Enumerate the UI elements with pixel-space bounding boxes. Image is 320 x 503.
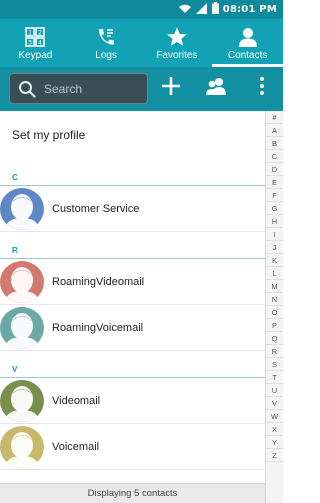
tab-keypad-label: Keypad — [18, 50, 53, 61]
section-letter: C — [12, 173, 18, 182]
index-letter[interactable]: F — [266, 189, 283, 202]
contact-row[interactable]: RoamingVideomail — [0, 259, 265, 305]
index-letter[interactable]: R — [266, 345, 283, 358]
index-letter[interactable]: A — [266, 124, 283, 137]
section-header-c: C — [0, 159, 265, 186]
wifi-icon — [178, 3, 192, 17]
index-letter[interactable]: G — [266, 202, 283, 215]
set-my-profile-label: Set my profile — [12, 128, 86, 142]
contact-row[interactable]: Customer Service — [0, 186, 265, 232]
index-letter[interactable]: O — [266, 306, 283, 319]
avatar — [0, 307, 44, 349]
tab-bar: 1 2 3 4 Keypad Logs Favorites Contacts — [0, 19, 283, 67]
search-input[interactable]: Search — [9, 73, 148, 104]
add-contact-button[interactable] — [154, 73, 188, 104]
set-my-profile[interactable]: Set my profile — [0, 111, 265, 159]
index-letter[interactable]: I — [266, 228, 283, 241]
index-letter[interactable]: Z — [266, 449, 283, 462]
signal-icon — [195, 2, 208, 17]
section-letter: R — [12, 246, 18, 255]
star-icon — [164, 24, 190, 50]
index-letter[interactable]: W — [266, 410, 283, 423]
contact-name: RoamingVoicemail — [52, 321, 144, 334]
search-placeholder: Search — [44, 81, 83, 96]
index-letter[interactable]: B — [266, 137, 283, 150]
contact-name: Videomail — [52, 394, 101, 407]
index-letter[interactable]: D — [266, 163, 283, 176]
section-header-v: V — [0, 351, 265, 378]
contact-list[interactable]: Set my profile C Customer Service R Roam… — [0, 111, 265, 483]
svg-text:4: 4 — [38, 40, 42, 47]
plus-icon — [161, 76, 181, 101]
avatar — [0, 261, 44, 303]
index-letter[interactable]: N — [266, 293, 283, 306]
contact-count-text: Displaying 5 contacts — [87, 488, 178, 499]
tab-keypad[interactable]: 1 2 3 4 Keypad — [0, 19, 71, 67]
groups-button[interactable] — [199, 73, 233, 104]
index-letter[interactable]: H — [266, 215, 283, 228]
tab-favorites-label: Favorites — [156, 50, 198, 61]
contact-name: RoamingVideomail — [52, 275, 145, 288]
tab-logs[interactable]: Logs — [71, 19, 142, 67]
contact-name: Customer Service — [52, 202, 140, 215]
index-letter[interactable]: J — [266, 241, 283, 254]
section-header-r: R — [0, 232, 265, 259]
svg-text:1: 1 — [28, 30, 32, 37]
index-letter[interactable]: S — [266, 358, 283, 371]
avatar — [0, 188, 44, 230]
tab-contacts[interactable]: Contacts — [212, 19, 283, 67]
search-icon — [12, 74, 42, 104]
contact-count-footer: Displaying 5 contacts — [0, 483, 265, 503]
clock: 08:01 PM — [222, 4, 277, 15]
groups-icon — [205, 76, 227, 101]
svg-text:2: 2 — [38, 30, 42, 37]
contact-row[interactable]: Videomail — [0, 378, 265, 424]
more-options-button[interactable] — [245, 73, 279, 104]
tab-logs-label: Logs — [95, 50, 117, 61]
svg-text:3: 3 — [28, 40, 32, 47]
index-letter[interactable]: Y — [266, 436, 283, 449]
phone-log-icon — [93, 24, 119, 50]
index-letter[interactable]: E — [266, 176, 283, 189]
index-letter[interactable]: T — [266, 371, 283, 384]
index-letter[interactable]: L — [266, 267, 283, 280]
index-letter[interactable]: X — [266, 423, 283, 436]
tab-contacts-label: Contacts — [227, 50, 268, 61]
avatar — [0, 426, 44, 468]
index-letter[interactable]: K — [266, 254, 283, 267]
tab-favorites[interactable]: Favorites — [142, 19, 213, 67]
avatar — [0, 380, 44, 422]
toolbar: Search — [0, 67, 283, 111]
alphabet-index[interactable]: # A B C D E F G H I J K L M N O P Q R S T U V W X Y Z — [265, 111, 283, 503]
status-bar: 08:01 PM — [0, 0, 283, 19]
contact-row[interactable]: Voicemail — [0, 424, 265, 470]
index-letter[interactable]: P — [266, 319, 283, 332]
index-letter[interactable]: C — [266, 150, 283, 163]
index-letter[interactable]: U — [266, 384, 283, 397]
person-icon — [235, 24, 261, 50]
index-letter[interactable]: V — [266, 397, 283, 410]
contact-name: Voicemail — [52, 440, 100, 453]
index-letter[interactable]: Q — [266, 332, 283, 345]
more-vert-icon — [259, 76, 265, 101]
battery-icon — [211, 2, 219, 17]
index-letter[interactable]: M — [266, 280, 283, 293]
keypad-icon: 1 2 3 4 — [22, 24, 48, 50]
index-letter[interactable]: # — [266, 111, 283, 124]
section-letter: V — [12, 365, 18, 374]
contact-row[interactable]: RoamingVoicemail — [0, 305, 265, 351]
